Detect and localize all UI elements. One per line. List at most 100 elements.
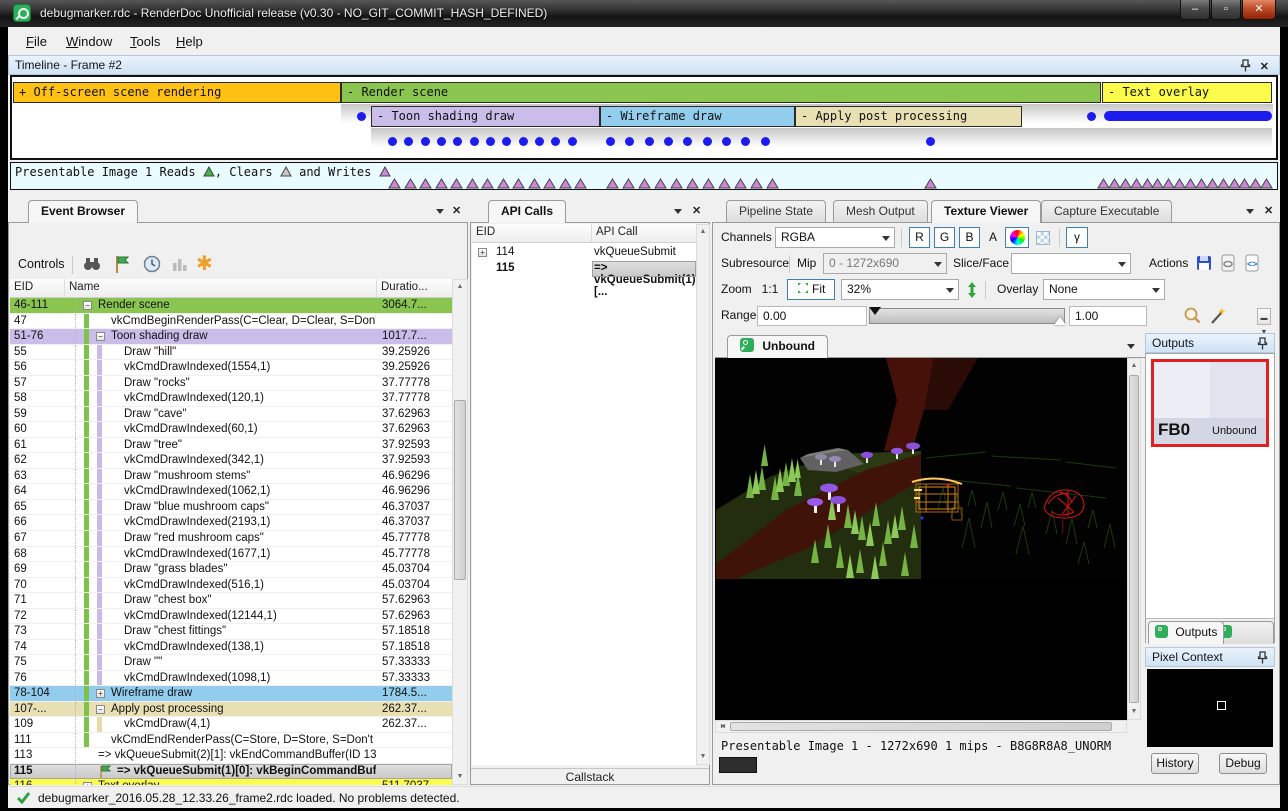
- close-button[interactable]: ✕: [1242, 0, 1276, 20]
- scroll-thumb[interactable]: [454, 400, 466, 580]
- event-row[interactable]: 109vkCmdDraw(4,1)262.37...: [10, 717, 452, 733]
- menu-tools[interactable]: Tools: [124, 32, 166, 51]
- tab-mesh-output[interactable]: Mesh Output: [833, 200, 928, 223]
- event-row[interactable]: 67Draw "red mushroom caps"45.77778: [10, 531, 452, 547]
- draw-event-dot[interactable]: [761, 137, 770, 146]
- event-row[interactable]: 55Draw "hill"39.25926: [10, 345, 452, 361]
- scroll-up-icon[interactable]: ▲: [453, 280, 467, 294]
- slice-face-select[interactable]: [1011, 253, 1131, 274]
- event-row[interactable]: 60vkCmdDrawIndexed(60,1)37.62963: [10, 422, 452, 438]
- draw-event-dot[interactable]: [388, 137, 397, 146]
- pixel-context-canvas[interactable]: [1147, 669, 1273, 747]
- expander-minus-icon[interactable]: −: [96, 705, 105, 714]
- scroll-down-icon[interactable]: ▼: [697, 750, 709, 764]
- event-row[interactable]: 47vkCmdBeginRenderPass(C=Clear, D=Clear,…: [10, 314, 452, 330]
- overlay-select[interactable]: None: [1043, 279, 1165, 300]
- timeline-block[interactable]: + Off-screen scene rendering: [13, 82, 341, 103]
- texture-tab-list-caret-icon[interactable]: [1127, 344, 1135, 349]
- api-call-row[interactable]: 115 => vkQueueSubmit(1)[...: [472, 261, 696, 277]
- tab-event-browser[interactable]: Event Browser: [28, 200, 138, 223]
- scroll-up-icon[interactable]: ▲: [697, 225, 709, 239]
- event-row[interactable]: 59Draw "cave"37.62963: [10, 407, 452, 423]
- event-row[interactable]: 69Draw "grass blades"45.03704: [10, 562, 452, 578]
- timeline-block[interactable]: - Text overlay: [1102, 82, 1272, 103]
- event-row[interactable]: 51-76−Toon shading draw1017.7...: [10, 329, 452, 345]
- event-row[interactable]: 107-...−Apply post processing262.37...: [10, 702, 452, 718]
- history-button[interactable]: History: [1151, 753, 1199, 774]
- draw-event-dot[interactable]: [722, 137, 731, 146]
- expander-minus-icon[interactable]: −: [96, 332, 105, 341]
- callstack-collapsed-section[interactable]: Callstack: [471, 768, 709, 785]
- debug-button[interactable]: Debug: [1219, 753, 1267, 774]
- timeline-marker-strip[interactable]: Presentable Image 1 Reads , Clears and W…: [10, 162, 1278, 190]
- api-call-row[interactable]: + 114 vkQueueSubmit: [472, 245, 696, 261]
- event-row[interactable]: 78-104+Wireframe draw1784.5...: [10, 686, 452, 702]
- api-calls-column-header[interactable]: EIDAPI Call: [472, 224, 696, 243]
- channel-b-button[interactable]: B: [959, 227, 980, 248]
- event-row[interactable]: 61Draw "tree"37.92593: [10, 438, 452, 454]
- autofit-wand-icon[interactable]: [1208, 306, 1227, 325]
- event-row[interactable]: 58vkCmdDrawIndexed(120,1)37.77778: [10, 391, 452, 407]
- open-link-icon[interactable]: [1219, 254, 1237, 272]
- expander-minus-icon[interactable]: −: [83, 301, 92, 310]
- timeline-block[interactable]: - Wireframe draw: [600, 106, 795, 127]
- scroll-up-icon[interactable]: ▲: [1128, 359, 1140, 373]
- zoom-fit-button[interactable]: Fit: [787, 279, 835, 300]
- tab-capture-executable[interactable]: Capture Executable: [1041, 200, 1172, 223]
- event-row[interactable]: 46-111−Render scene3064.7...: [10, 298, 452, 314]
- title-bar[interactable]: debugmarker.rdc - RenderDoc Unofficial r…: [0, 0, 1288, 27]
- zoom-1to1-button[interactable]: 1:1: [757, 279, 783, 300]
- draw-event-dot[interactable]: [568, 137, 577, 146]
- channels-select[interactable]: RGBA: [775, 227, 895, 248]
- range-white-handle[interactable]: [1054, 317, 1066, 325]
- pin-icon[interactable]: [1257, 651, 1268, 664]
- event-row[interactable]: 65Draw "blue mushroom caps"46.37037: [10, 500, 452, 516]
- event-row[interactable]: 64vkCmdDrawIndexed(1062,1)46.96296: [10, 484, 452, 500]
- jump-flag-icon[interactable]: [112, 254, 132, 274]
- histogram-magnifier-icon[interactable]: [1183, 306, 1202, 325]
- range-black-handle[interactable]: [869, 307, 881, 315]
- api-calls-scrollbar[interactable]: ▲ ▼: [696, 224, 710, 765]
- event-row[interactable]: 62vkCmdDrawIndexed(342,1)37.92593: [10, 453, 452, 469]
- channel-a-button[interactable]: A: [984, 227, 1002, 248]
- draw-event-dot[interactable]: [470, 137, 479, 146]
- range-min-field[interactable]: 0.00: [757, 306, 867, 326]
- expander-plus-icon[interactable]: +: [83, 782, 92, 785]
- zoom-level-select[interactable]: 32%: [841, 279, 959, 300]
- menu-file[interactable]: File: [20, 32, 53, 51]
- event-row[interactable]: 113=> vkQueueSubmit(2)[1]: vkEndCommandB…: [10, 748, 452, 764]
- viewport-hscrollbar[interactable]: ◄ ►: [715, 720, 1127, 733]
- tab-unbound-texture[interactable]: Unbound: [727, 335, 828, 358]
- expander-plus-icon[interactable]: +: [478, 248, 487, 257]
- event-browser-rows[interactable]: 46-111−Render scene3064.7...47vkCmdBegin…: [10, 298, 452, 785]
- mip-select[interactable]: 0 - 1272x690: [823, 253, 947, 274]
- event-row[interactable]: 57Draw "rocks"37.77778: [10, 376, 452, 392]
- draw-event-dot[interactable]: [535, 137, 544, 146]
- event-browser-close-icon[interactable]: ✕: [452, 204, 461, 217]
- channel-g-button[interactable]: G: [934, 227, 955, 248]
- scroll-down-icon[interactable]: ▼: [1128, 705, 1140, 719]
- event-row[interactable]: 76vkCmdDrawIndexed(1098,1)57.33333: [10, 671, 452, 687]
- scroll-right-icon[interactable]: ►: [716, 721, 730, 732]
- flip-vertical-icon[interactable]: [965, 281, 979, 299]
- find-binoculars-icon[interactable]: [82, 254, 102, 274]
- draw-event-dot[interactable]: [664, 137, 673, 146]
- scroll-down-icon[interactable]: ▼: [453, 770, 467, 784]
- api-calls-close-icon[interactable]: ✕: [692, 204, 701, 217]
- pin-icon[interactable]: [1257, 337, 1268, 350]
- event-row[interactable]: 111vkCmdEndRenderPass(C=Store, D=Store, …: [10, 733, 452, 749]
- texture-viewer-close-icon[interactable]: ✕: [1264, 204, 1273, 217]
- channel-r-button[interactable]: R: [909, 227, 930, 248]
- event-row[interactable]: 66vkCmdDrawIndexed(2193,1)46.37037: [10, 515, 452, 531]
- pixel-context-header[interactable]: Pixel Context: [1145, 647, 1275, 667]
- event-row[interactable]: 56vkCmdDrawIndexed(1554,1)39.25926: [10, 360, 452, 376]
- draw-event-dot[interactable]: [519, 137, 528, 146]
- draw-event-dot[interactable]: [645, 137, 654, 146]
- event-row[interactable]: 72vkCmdDrawIndexed(12144,1)57.62963: [10, 609, 452, 625]
- menu-help[interactable]: Help: [170, 32, 209, 51]
- bookmark-star-icon[interactable]: ✱: [196, 251, 213, 276]
- draw-event-dot[interactable]: [606, 137, 615, 146]
- event-row[interactable]: 70vkCmdDrawIndexed(516,1)45.03704: [10, 578, 452, 594]
- texture-viewer-menu-caret-icon[interactable]: [1246, 209, 1254, 214]
- view-code-icon[interactable]: <>: [1243, 254, 1261, 272]
